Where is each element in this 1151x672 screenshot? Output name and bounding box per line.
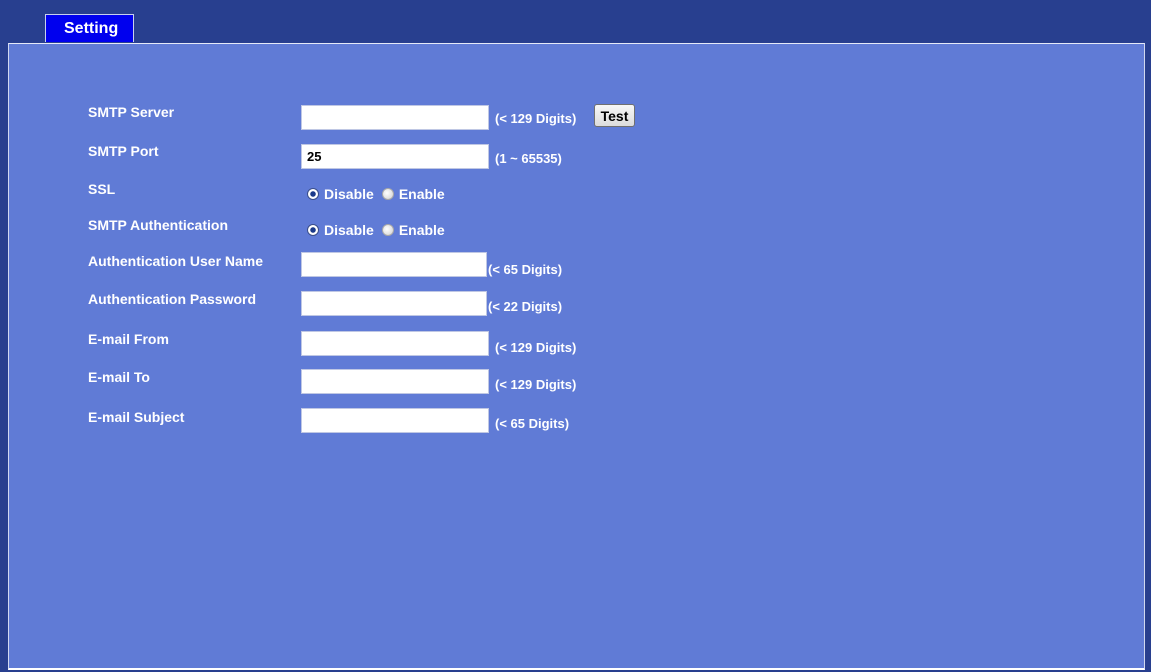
email-from-input[interactable] bbox=[301, 331, 489, 356]
email-subject-label: E-mail Subject bbox=[88, 409, 185, 425]
auth-user-label: Authentication User Name bbox=[88, 253, 264, 269]
auth-user-hint: (< 65 Digits) bbox=[488, 262, 563, 277]
email-to-label: E-mail To bbox=[88, 369, 150, 385]
email-to-input[interactable] bbox=[301, 369, 489, 394]
test-button[interactable]: Test bbox=[594, 104, 635, 127]
email-from-label: E-mail From bbox=[88, 331, 169, 347]
email-from-hint: (< 129 Digits) bbox=[495, 340, 577, 355]
smtp-auth-disable-label: Disable bbox=[324, 222, 374, 238]
smtp-server-input[interactable] bbox=[301, 105, 489, 130]
auth-user-input[interactable] bbox=[301, 252, 487, 277]
smtp-port-input[interactable] bbox=[301, 144, 489, 169]
smtp-auth-enable-radio[interactable] bbox=[381, 224, 394, 236]
auth-password-input[interactable] bbox=[301, 291, 487, 316]
smtp-auth-radio-group: Disable Enable bbox=[307, 222, 453, 238]
email-subject-input[interactable] bbox=[301, 408, 489, 433]
auth-password-label: Authentication Password bbox=[88, 291, 257, 307]
ssl-radio-group: Disable Enable bbox=[307, 186, 453, 202]
smtp-port-hint: (1 ~ 65535) bbox=[495, 151, 562, 166]
email-subject-hint: (< 65 Digits) bbox=[495, 416, 570, 431]
smtp-server-label: SMTP Server bbox=[88, 104, 175, 120]
ssl-enable-radio[interactable] bbox=[381, 188, 394, 200]
ssl-label: SSL bbox=[88, 181, 116, 197]
smtp-auth-label: SMTP Authentication bbox=[88, 217, 228, 233]
auth-password-hint: (< 22 Digits) bbox=[488, 299, 563, 314]
smtp-server-hint: (< 129 Digits) bbox=[495, 111, 577, 126]
email-to-hint: (< 129 Digits) bbox=[495, 377, 577, 392]
ssl-enable-label: Enable bbox=[398, 186, 445, 202]
smtp-port-label: SMTP Port bbox=[88, 143, 159, 159]
ssl-disable-radio[interactable] bbox=[307, 188, 319, 200]
smtp-auth-enable-label: Enable bbox=[398, 222, 445, 238]
ssl-disable-label: Disable bbox=[324, 186, 374, 202]
settings-panel bbox=[8, 43, 1145, 670]
smtp-auth-disable-radio[interactable] bbox=[307, 224, 319, 236]
tab-setting[interactable]: Setting bbox=[45, 14, 134, 42]
